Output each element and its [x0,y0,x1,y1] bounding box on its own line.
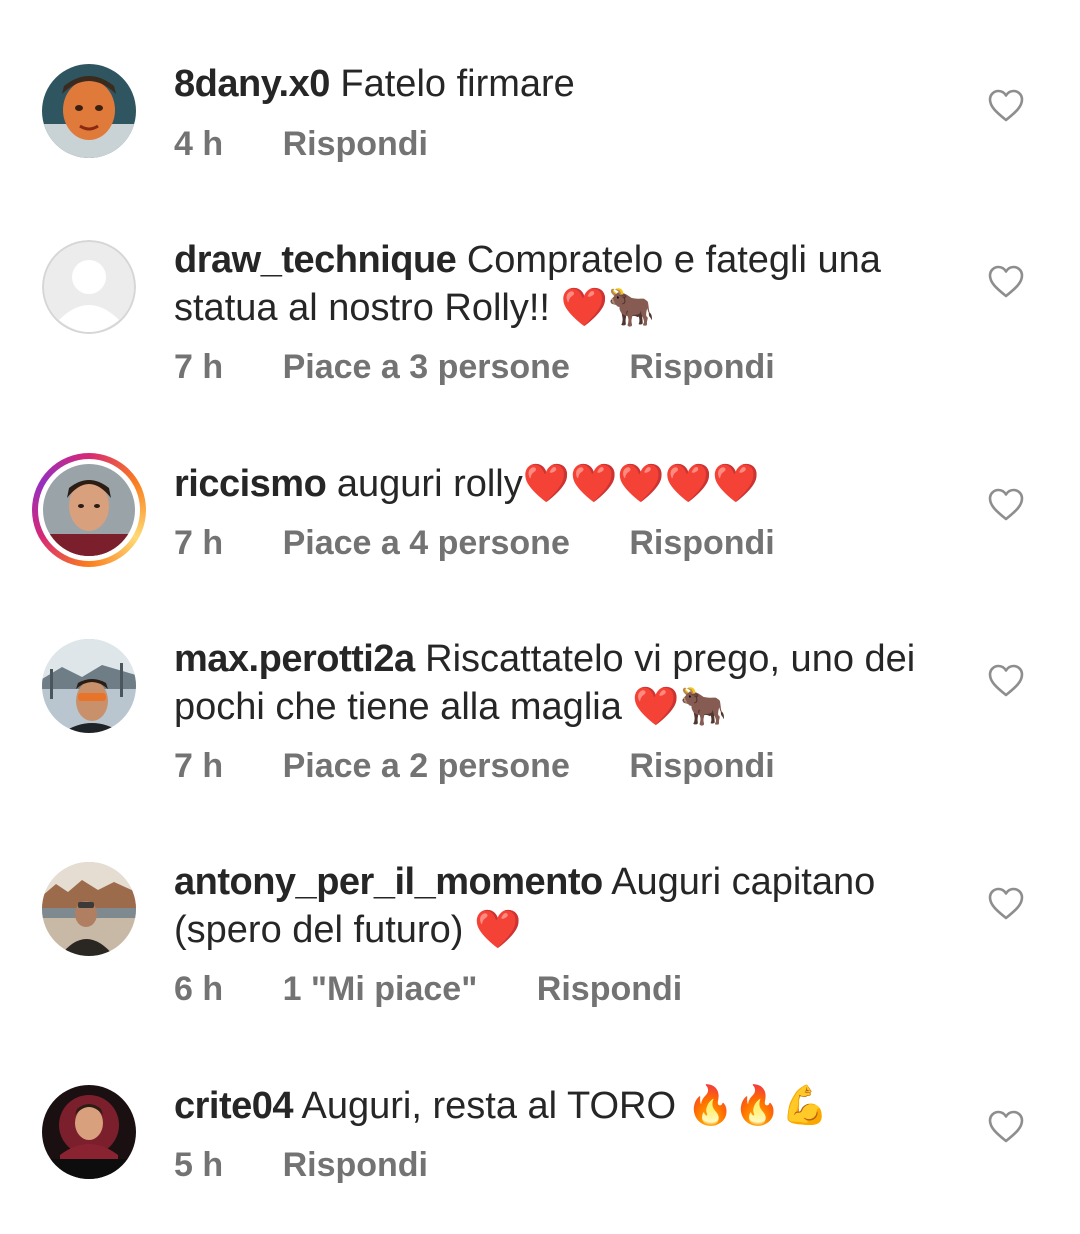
comment-time: 7 h [174,524,224,562]
comment-body: Fatelo firmare [340,63,575,105]
reply-button[interactable]: Rispondi [629,524,774,562]
comment-text: antony_per_il_momento Auguri capitano (s… [174,859,964,954]
reply-button[interactable]: Rispondi [283,125,428,163]
comment-meta: 4 h Rispondi [174,124,478,164]
comment-meta: 7 h Piace a 2 persone Rispondi [174,746,825,786]
comment-username[interactable]: 8dany.x0 [174,63,330,105]
comment-emoji: ❤️🐂 [632,684,728,728]
reply-button[interactable]: Rispondi [629,348,774,386]
reply-button[interactable]: Rispondi [629,747,774,785]
comment-meta: 6 h 1 "Mi piace" Rispondi [174,969,732,1009]
comment-text: crite04 Auguri, resta al TORO 🔥🔥💪 [174,1082,964,1130]
comment-text: max.perotti2a Riscattatelo vi prego, uno… [174,636,964,731]
reply-button[interactable]: Rispondi [283,1146,428,1184]
comment-meta: 5 h Rispondi [174,1145,478,1185]
comment-emoji: ❤️🐂 [560,285,656,329]
comment-text: riccismo auguri rolly❤️❤️❤️❤️❤️ [174,460,964,508]
likes-count[interactable]: Piace a 2 persone [283,747,570,785]
heart-outline-icon[interactable] [988,89,1024,123]
likes-count[interactable]: Piace a 4 persone [283,524,570,562]
reply-button[interactable]: Rispondi [537,970,682,1008]
story-ring-avatar[interactable] [32,453,146,567]
comment-meta: 7 h Piace a 3 persone Rispondi [174,347,825,387]
heart-outline-icon[interactable] [988,887,1024,921]
heart-outline-icon[interactable] [988,488,1024,522]
comment-time: 6 h [174,970,224,1008]
avatar[interactable] [42,1085,136,1179]
comment-username[interactable]: riccismo [174,463,327,505]
comment-emoji: ❤️❤️❤️❤️❤️ [522,461,760,505]
comment-text: draw_technique Compratelo e fategli una … [174,237,964,332]
comment-body: Auguri, resta al TORO [301,1085,677,1127]
avatar[interactable] [42,639,136,733]
comment-emoji: 🔥🔥💪 [686,1083,829,1127]
comment-body: auguri rolly [336,463,523,505]
likes-count[interactable]: Piace a 3 persone [283,348,570,386]
comment-time: 5 h [174,1146,224,1184]
heart-outline-icon[interactable] [988,265,1024,299]
avatar[interactable] [42,862,136,956]
comment-username[interactable]: draw_technique [174,239,457,281]
heart-outline-icon[interactable] [988,1110,1024,1144]
comment-username[interactable]: max.perotti2a [174,638,415,680]
comment-time: 7 h [174,747,224,785]
comment-time: 7 h [174,348,224,386]
heart-outline-icon[interactable] [988,664,1024,698]
comment-meta: 7 h Piace a 4 persone Rispondi [174,523,825,563]
comment-time: 4 h [174,125,224,163]
likes-count[interactable]: 1 "Mi piace" [283,970,478,1008]
avatar[interactable] [42,240,136,334]
comment-username[interactable]: antony_per_il_momento [174,861,603,903]
comment-emoji: ❤️ [473,907,522,951]
comment-text: 8dany.x0 Fatelo firmare [174,61,964,108]
avatar[interactable] [42,64,136,158]
comment-username[interactable]: crite04 [174,1085,294,1127]
